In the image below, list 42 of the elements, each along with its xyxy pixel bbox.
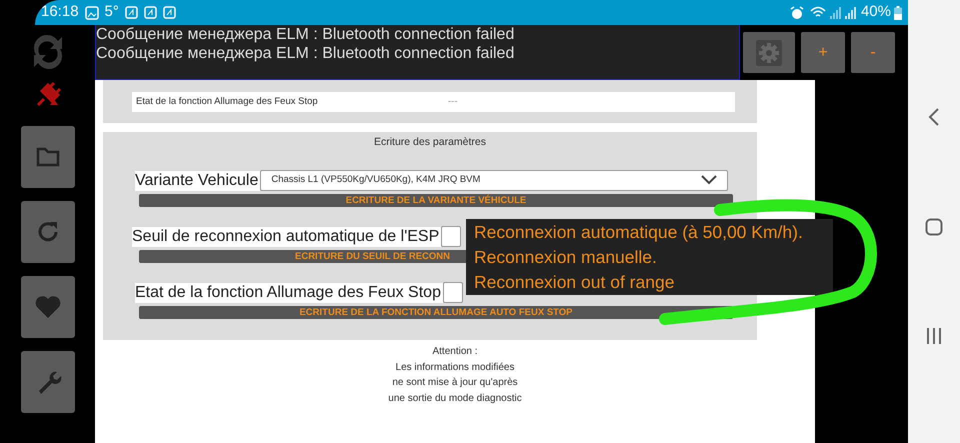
notice-text: Les informations modifiées [396,360,514,374]
notification-icon [124,6,138,19]
notice-text: une sortie du mode diagnostic [388,392,522,406]
select-field[interactable] [442,282,463,303]
sidebar-button[interactable] [20,351,74,413]
dropdown-option[interactable]: Reconnexion automatique (à 50,00 Km/h). [474,220,833,245]
select-field[interactable] [441,226,462,247]
temperature-text: 5° [104,2,119,22]
wifi-icon [810,6,826,19]
signal-icon [828,6,841,19]
alarm-icon [790,6,804,20]
write-button[interactable]: ECRITURE DE LA FONCTION ALLUMAGE AUTO FEUX STOP [139,306,733,319]
notice-text: ne sont mise à jour qu'après [392,376,518,390]
sidebar-button[interactable] [20,126,74,188]
status-label: Etat de la fonction Allumage des Feux Stop [135,94,319,109]
status-value: --- [448,94,458,109]
field-label: Etat de la fonction Allumage des Feux Stop [135,282,443,303]
panel-title: Ecriture des paramètres [374,135,486,150]
dropdown-option[interactable]: Reconnexion out of range [474,270,833,295]
battery-text: 40% [860,2,891,22]
message-text: Сообщение менеджера ELM : Bluetooth connection failed [96,44,516,63]
decrease-button[interactable]: - [851,32,895,73]
clock-text: 16:18 [41,2,79,22]
sidebar-button[interactable] [20,201,74,263]
notification-icon [162,6,176,19]
home-icon[interactable] [925,218,943,236]
increase-button[interactable]: + [801,32,845,73]
image-icon [84,6,99,20]
recent-apps-icon[interactable] [926,328,942,344]
notice-text: Attention : [432,345,478,359]
signal-icon [844,6,856,19]
notification-icon [144,6,157,19]
battery-icon [894,6,902,20]
chevron-down-icon [701,175,718,186]
back-icon[interactable] [928,108,940,126]
sidebar-button[interactable] [20,276,74,338]
select-field[interactable]: Chassis L1 (VP550Kg/VU650Kg), K4M JRQ BVM [260,170,728,191]
settings-icon [756,40,782,66]
write-button[interactable]: ECRITURE DE LA VARIANTE VÉHICULE [139,194,733,207]
message-text: Сообщение менеджера ELM : Bluetooth connection failed [96,25,516,44]
field-label: Seuil de reconnexion automatique de l'ESP [132,226,442,247]
field-label: Variante Vehicule [135,170,260,191]
